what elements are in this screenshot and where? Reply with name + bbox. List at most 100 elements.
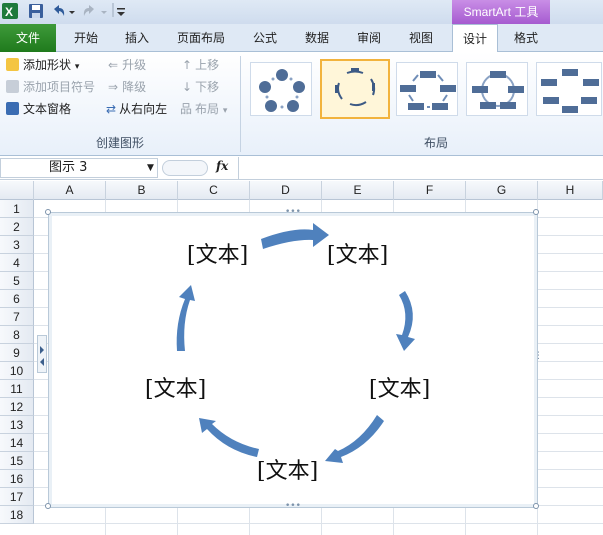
- arrow-bottom-right: [325, 415, 384, 463]
- smartart-graphic[interactable]: [文本] [文本] [文本] [文本] [文本] ••• ••• ⋮: [37, 207, 543, 511]
- layout-group-label: 布局: [423, 136, 448, 150]
- resize-handle-bottom[interactable]: •••: [285, 501, 301, 511]
- tab-review[interactable]: 审阅: [346, 24, 392, 52]
- row-header[interactable]: 16: [0, 470, 34, 488]
- tab-data[interactable]: 数据: [294, 24, 340, 52]
- layout-thumbnail-basic-cycle[interactable]: [250, 62, 312, 116]
- ribbon: 添加形状 ▾ 添加项目符号 文本窗格 ⇐ 升级 ⇒ 降级 ⇄ 从右向左 ↑ 上移 ↓ 下移…: [0, 52, 603, 156]
- tab-design[interactable]: 设计: [452, 24, 498, 53]
- row-header[interactable]: 9: [0, 344, 34, 362]
- row-header[interactable]: 18: [0, 506, 34, 524]
- formula-divider: [238, 157, 239, 179]
- tab-formulas[interactable]: 公式: [242, 24, 288, 52]
- row-header[interactable]: 8: [0, 326, 34, 344]
- row-header[interactable]: 13: [0, 416, 34, 434]
- redo-dropdown-icon[interactable]: [100, 3, 108, 19]
- formula-bar: 图示 3 ▼ fx: [0, 157, 603, 180]
- redo-icon[interactable]: [82, 3, 98, 19]
- insert-function-button[interactable]: fx: [216, 159, 236, 173]
- resize-handle[interactable]: [45, 209, 51, 215]
- select-all-corner[interactable]: [0, 181, 34, 200]
- column-header[interactable]: A: [34, 181, 106, 200]
- row-header[interactable]: 10: [0, 362, 34, 380]
- save-icon[interactable]: [28, 3, 44, 19]
- tab-view[interactable]: 视图: [398, 24, 444, 52]
- row-header[interactable]: 5: [0, 272, 34, 290]
- row-header[interactable]: 3: [0, 236, 34, 254]
- tab-home[interactable]: 开始: [60, 24, 112, 52]
- name-box[interactable]: 图示 3 ▼: [0, 158, 158, 178]
- layout-thumbnail-block-cycle[interactable]: [396, 62, 458, 116]
- create-graphic-group-label: 创建图形: [95, 136, 144, 150]
- column-header[interactable]: E: [322, 181, 394, 200]
- undo-icon[interactable]: [50, 3, 66, 19]
- row-header[interactable]: 2: [0, 218, 34, 236]
- formula-bar-expander[interactable]: [162, 160, 208, 176]
- row-header[interactable]: 6: [0, 290, 34, 308]
- svg-text:X: X: [5, 5, 13, 19]
- tab-file[interactable]: 文件: [0, 24, 56, 52]
- right-to-left-icon: ⇄: [106, 102, 117, 116]
- move-down-button[interactable]: ↓ 下移: [182, 78, 219, 96]
- qat-separator: [112, 3, 114, 17]
- layout-thumbnail-circular-arrows[interactable]: [320, 59, 390, 119]
- row-header[interactable]: 11: [0, 380, 34, 398]
- resize-handle-top[interactable]: •••: [285, 207, 301, 217]
- arrow-left: [176, 285, 195, 351]
- right-to-left-button[interactable]: ⇄ 从右向左: [106, 100, 167, 118]
- column-header[interactable]: H: [538, 181, 603, 200]
- group-separator: [240, 56, 241, 152]
- column-header[interactable]: C: [178, 181, 250, 200]
- smartart-node-text[interactable]: [文本]: [257, 453, 318, 485]
- column-headers: A B C D E F G H: [0, 181, 603, 200]
- add-shape-icon: [6, 58, 19, 71]
- add-bullet-icon: [6, 80, 19, 93]
- demote-arrow-icon: ⇒: [108, 80, 119, 94]
- row-header[interactable]: 14: [0, 434, 34, 452]
- text-pane-toggle[interactable]: [37, 335, 47, 373]
- column-header[interactable]: F: [394, 181, 466, 200]
- layout-thumbnail-multidirectional-cycle[interactable]: [536, 62, 602, 116]
- excel-logo-icon[interactable]: X: [2, 3, 18, 19]
- column-header[interactable]: B: [106, 181, 178, 200]
- arrow-top: [261, 223, 329, 249]
- row-header[interactable]: 12: [0, 398, 34, 416]
- promote-button[interactable]: ⇐ 升级: [108, 56, 146, 74]
- row-header[interactable]: 4: [0, 254, 34, 272]
- resize-handle[interactable]: [533, 503, 539, 509]
- move-up-icon: ↑: [182, 58, 193, 72]
- move-up-button[interactable]: ↑ 上移: [182, 56, 219, 74]
- column-header[interactable]: G: [466, 181, 538, 200]
- add-shape-button[interactable]: 添加形状 ▾: [6, 56, 79, 74]
- tab-page-layout[interactable]: 页面布局: [168, 24, 234, 52]
- resize-handle[interactable]: [45, 503, 51, 509]
- promote-arrow-icon: ⇐: [108, 58, 119, 72]
- row-header[interactable]: 17: [0, 488, 34, 506]
- text-pane-icon: [6, 102, 19, 115]
- column-header[interactable]: D: [250, 181, 322, 200]
- row-header[interactable]: 1: [0, 200, 34, 218]
- resize-handle[interactable]: [533, 209, 539, 215]
- smartart-node-text[interactable]: [文本]: [145, 371, 206, 403]
- layout-thumbnail-segmented-cycle[interactable]: [466, 62, 528, 116]
- tab-format[interactable]: 格式: [503, 24, 549, 52]
- demote-button[interactable]: ⇒ 降级: [108, 78, 146, 96]
- undo-dropdown-icon[interactable]: [68, 3, 76, 19]
- text-pane-button[interactable]: 文本窗格: [6, 100, 71, 118]
- row-header[interactable]: 7: [0, 308, 34, 326]
- smartart-tools-context-tab: SmartArt 工具: [452, 0, 550, 24]
- formula-input[interactable]: [244, 160, 594, 176]
- smartart-node-text[interactable]: [文本]: [327, 237, 388, 269]
- smartart-node-text[interactable]: [文本]: [187, 237, 248, 269]
- layout-button[interactable]: 品布局 ▾: [180, 100, 227, 118]
- arrow-right: [396, 291, 415, 351]
- row-header[interactable]: 15: [0, 452, 34, 470]
- customize-qat-icon[interactable]: [116, 3, 126, 19]
- arrow-bottom-left: [199, 418, 259, 457]
- tab-insert[interactable]: 插入: [114, 24, 160, 52]
- add-bullet-button[interactable]: 添加项目符号: [6, 78, 95, 96]
- name-box-dropdown-icon[interactable]: ▼: [147, 159, 154, 177]
- resize-handle-right[interactable]: ⋮: [534, 351, 543, 361]
- smartart-node-text[interactable]: [文本]: [369, 371, 430, 403]
- layout-tree-icon: 品: [180, 102, 193, 116]
